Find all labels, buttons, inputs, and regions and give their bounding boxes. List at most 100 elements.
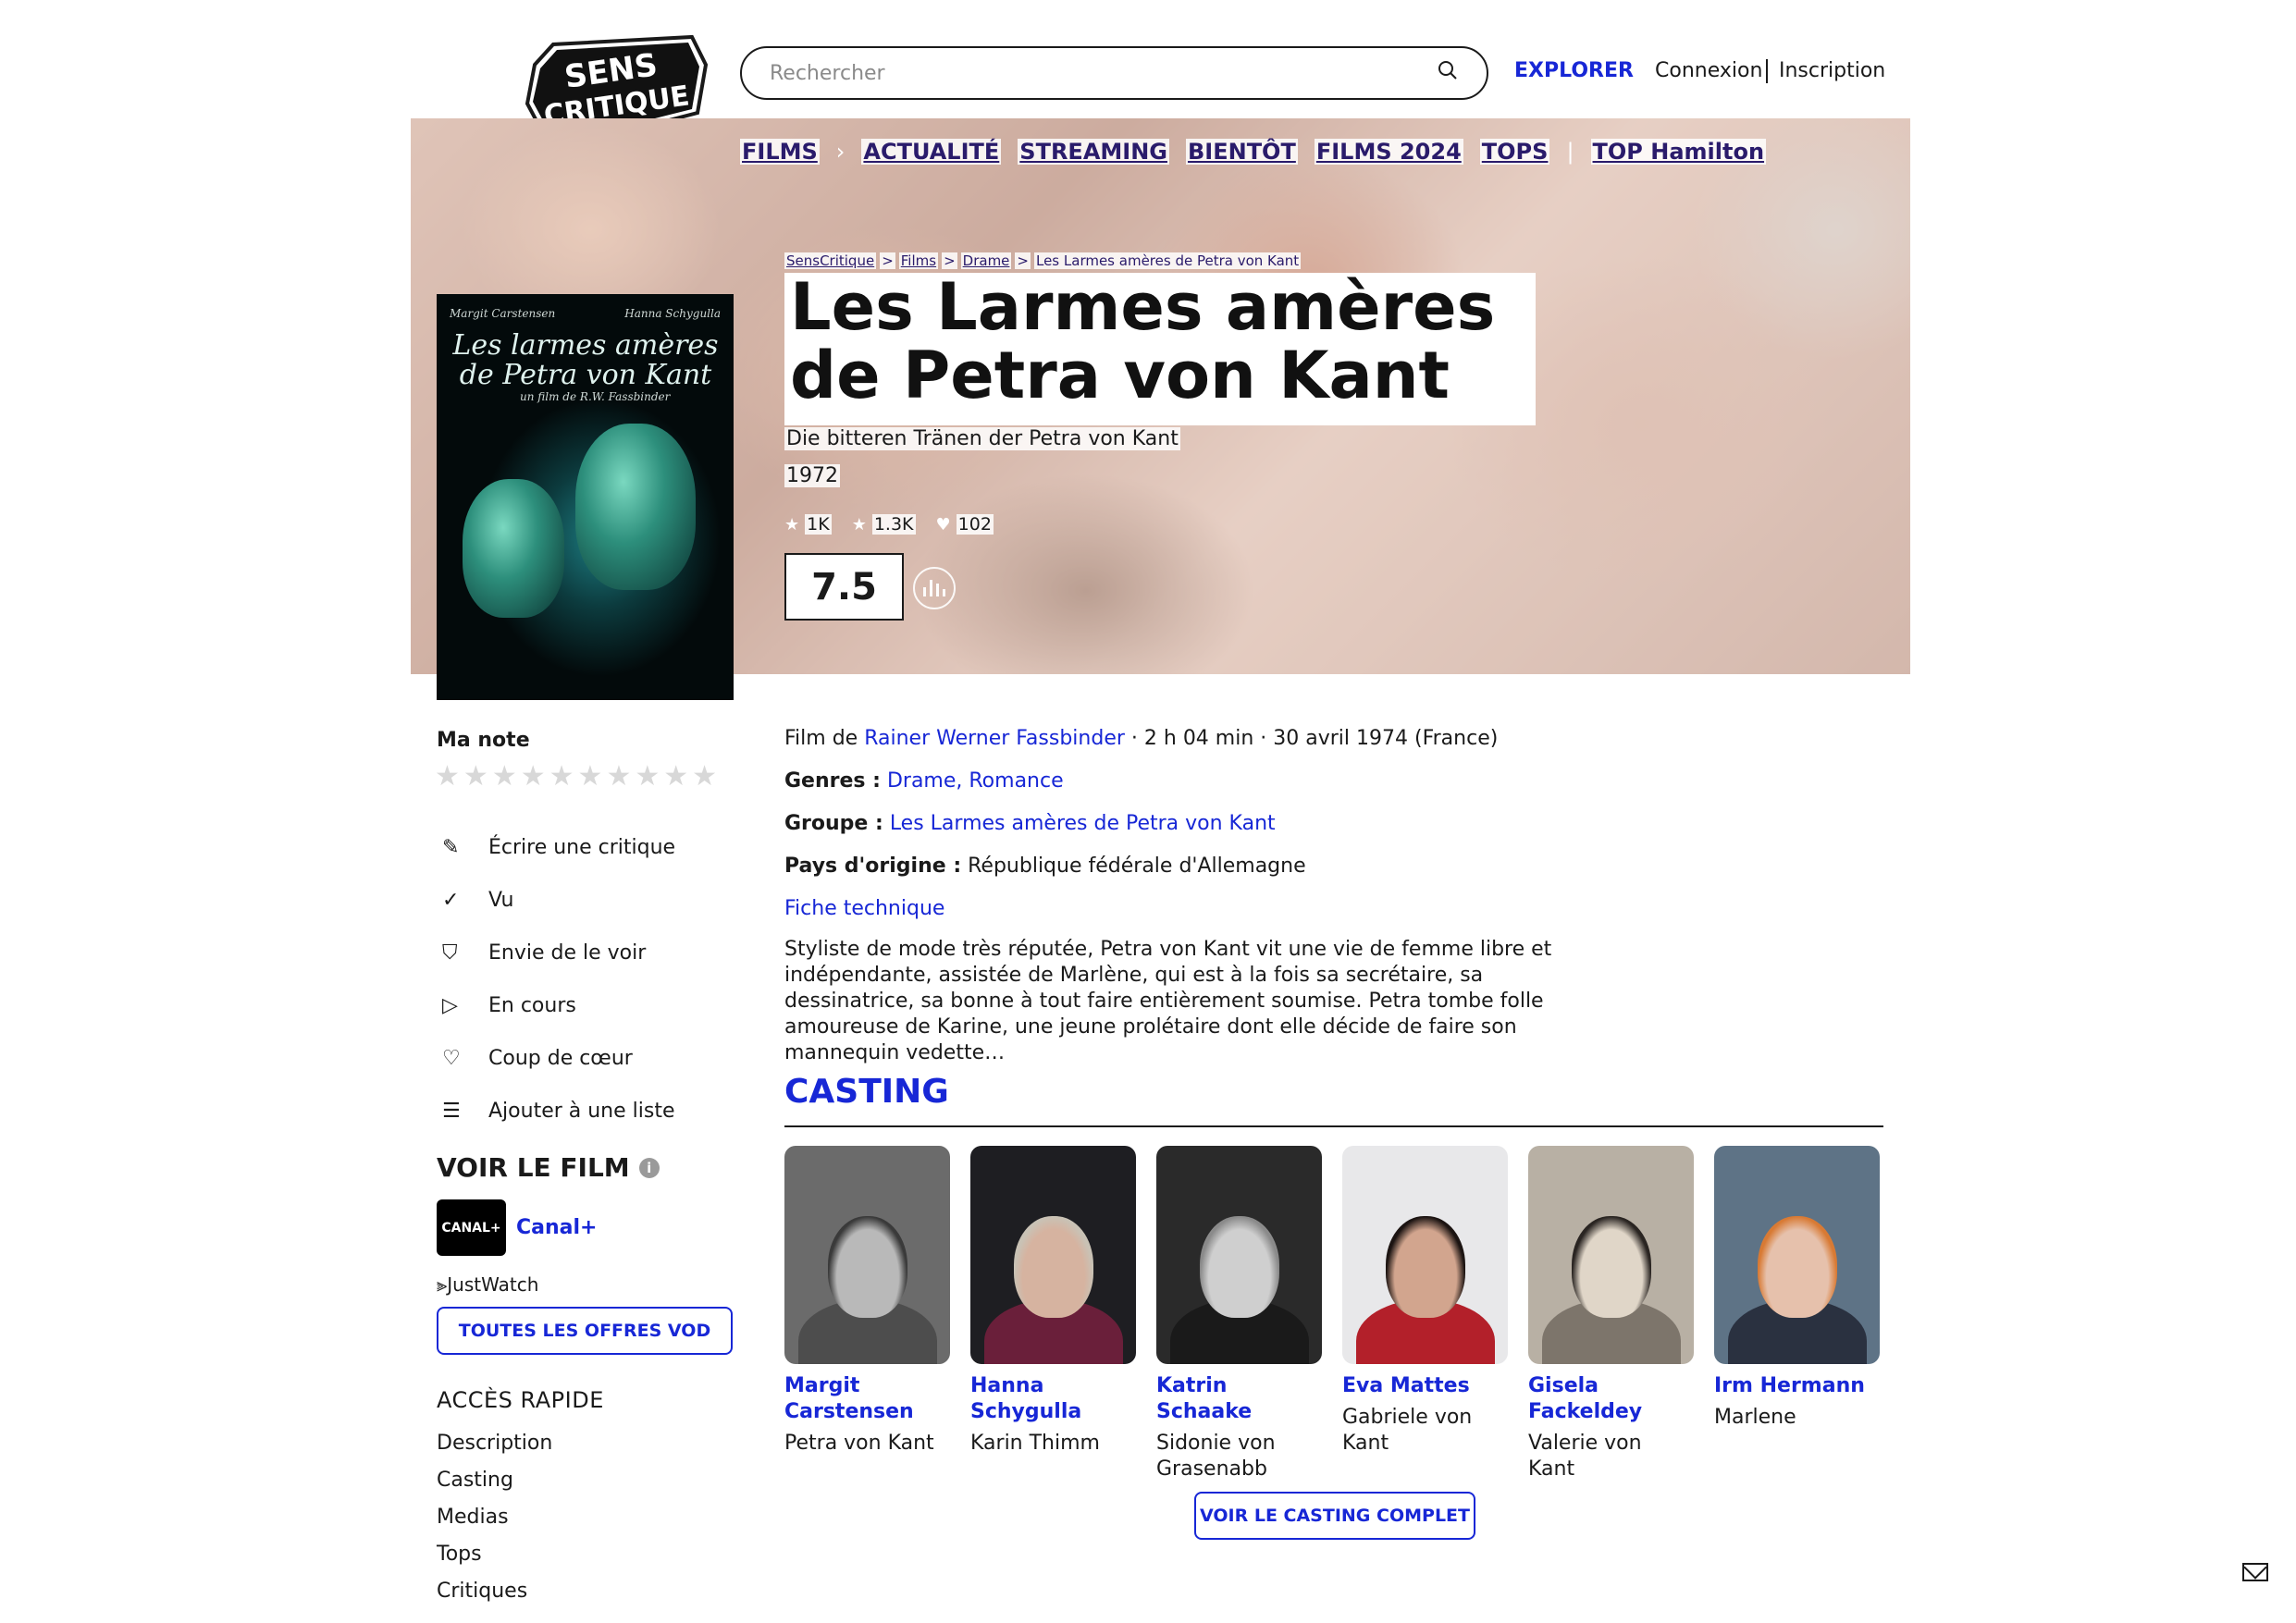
actor-name[interactable]: Margit Carstensen [784, 1373, 950, 1425]
pays-label: Pays d'origine : [784, 855, 962, 878]
cast-card[interactable]: Hanna Schygulla Karin Thimm [970, 1146, 1136, 1482]
cast-card[interactable]: Gisela Fackeldey Valerie von Kant [1528, 1146, 1694, 1482]
casting-list: Margit Carstensen Petra von Kant Hanna Sch… [784, 1146, 1880, 1482]
bar-chart-icon [923, 580, 945, 596]
actor-photo[interactable] [1156, 1146, 1322, 1364]
rating-star-3[interactable]: ★ [492, 760, 517, 793]
rating-star-8[interactable]: ★ [635, 760, 660, 793]
nav-films[interactable]: FILMS [740, 139, 820, 165]
list-add-icon: ☰ [442, 1100, 461, 1123]
actor-name[interactable]: Gisela Fackeldey [1528, 1373, 1694, 1425]
quick-access-description[interactable]: Description [437, 1432, 552, 1469]
action-seen[interactable]: ✓ Vu [442, 874, 675, 927]
pays-value: République fédérale d'Allemagne [968, 855, 1306, 878]
full-casting-button[interactable]: VOIR LE CASTING COMPLET [1194, 1492, 1475, 1540]
title-container: Les Larmes amères de Petra von Kant [784, 273, 1536, 425]
canal-plus-logo[interactable]: CANAL+ [437, 1199, 506, 1256]
film-stats: ★ 1K ★ 1.3K ♥ 102 [784, 514, 994, 535]
wishlist-count: 1.3K [871, 514, 916, 535]
action-label: Écrire une critique [488, 836, 676, 859]
film-poster[interactable]: Margit Carstensen Hanna Schygulla Les la… [437, 294, 734, 700]
breadcrumb-films[interactable]: Films [898, 252, 939, 269]
fiche-technique-link[interactable]: Fiche technique [784, 897, 944, 920]
actor-photo-face [1571, 1215, 1651, 1318]
film-de-label: Film de [784, 727, 858, 750]
casting-heading: CASTING [784, 1073, 949, 1111]
poster-actor-left: Margit Carstensen [450, 307, 556, 320]
film-meta: · 2 h 04 min · 30 avril 1974 (France) [1124, 727, 1499, 750]
actor-name[interactable]: Katrin Schaake [1156, 1373, 1322, 1425]
search-icon[interactable] [1437, 59, 1459, 87]
info-icon[interactable]: i [638, 1157, 660, 1178]
groupe-link[interactable]: Les Larmes amères de Petra von Kant [890, 812, 1276, 835]
rating-star-7[interactable]: ★ [606, 760, 631, 793]
rating-star-10[interactable]: ★ [692, 760, 717, 793]
nav-actualite[interactable]: ACTUALITÉ [861, 139, 1002, 165]
action-write-review[interactable]: ✎ Écrire une critique [442, 821, 675, 874]
actor-role: Valerie von Kant [1528, 1432, 1642, 1481]
actor-photo[interactable] [784, 1146, 950, 1364]
quick-access-medias[interactable]: Medias [437, 1506, 552, 1543]
rating-star-4[interactable]: ★ [521, 760, 546, 793]
action-label: Ajouter à une liste [488, 1100, 675, 1123]
pencil-icon: ✎ [442, 836, 460, 859]
breadcrumb: SensCritique > Films > Drame > Les Larme… [784, 252, 1302, 269]
rating-star-6[interactable]: ★ [578, 760, 603, 793]
action-label: Coup de cœur [488, 1047, 633, 1070]
actor-photo[interactable] [970, 1146, 1136, 1364]
bookmark-icon: ★ [851, 514, 867, 535]
groupe-label: Groupe : [784, 812, 883, 835]
actor-photo-face [827, 1215, 907, 1318]
actor-name[interactable]: Irm Hermann [1714, 1373, 1880, 1399]
actor-name[interactable]: Hanna Schygulla [970, 1373, 1136, 1425]
cast-card[interactable]: Margit Carstensen Petra von Kant [784, 1146, 950, 1482]
nav-tops[interactable]: TOPS [1479, 139, 1550, 165]
actor-role: Marlene [1714, 1406, 1796, 1429]
actor-name[interactable]: Eva Mattes [1342, 1373, 1508, 1399]
nav-streaming[interactable]: STREAMING [1018, 139, 1169, 165]
rating-star-5[interactable]: ★ [549, 760, 574, 793]
actor-photo-face [1013, 1215, 1093, 1318]
rating-star-1[interactable]: ★ [435, 760, 460, 793]
action-in-progress[interactable]: ▷ En cours [442, 979, 675, 1032]
actor-role: Gabriele von Kant [1342, 1406, 1473, 1455]
rating-star-9[interactable]: ★ [663, 760, 688, 793]
nav-films-2024[interactable]: FILMS 2024 [1314, 139, 1463, 165]
canal-plus-link[interactable]: Canal+ [516, 1216, 597, 1239]
nav-bientot[interactable]: BIENTÔT [1185, 139, 1298, 165]
action-favorite[interactable]: ♡ Coup de cœur [442, 1032, 675, 1085]
inscription-link[interactable]: Inscription [1779, 59, 1885, 82]
action-label: Envie de le voir [488, 941, 647, 965]
actor-photo[interactable] [1342, 1146, 1508, 1364]
nav-top-hamilton[interactable]: TOP Hamilton [1590, 139, 1767, 165]
quick-access-tops[interactable]: Tops [437, 1543, 552, 1580]
quick-access-critiques[interactable]: Critiques [437, 1580, 552, 1617]
cast-card[interactable]: Irm Hermann Marlene [1714, 1146, 1880, 1482]
page-title: Les Larmes amères de Petra von Kant [790, 269, 1496, 413]
action-wishlist[interactable]: ⛉ Envie de le voir [442, 927, 675, 979]
actor-photo[interactable] [1714, 1146, 1880, 1364]
connexion-link[interactable]: Connexion [1655, 59, 1762, 82]
actor-role: Sidonie von Grasenabb [1156, 1432, 1276, 1481]
action-add-to-list[interactable]: ☰ Ajouter à une liste [442, 1085, 675, 1137]
explorer-link[interactable]: EXPLORER [1514, 59, 1634, 82]
nav-divider: | [1566, 139, 1574, 165]
search-input[interactable]: Rechercher [740, 46, 1488, 100]
breadcrumb-senscritique[interactable]: SensCritique [784, 252, 877, 269]
mail-icon[interactable] [2242, 1563, 2268, 1581]
casting-divider [784, 1125, 1883, 1127]
justwatch-label: JustWatch [447, 1273, 539, 1296]
rating-stats-button[interactable] [913, 567, 956, 609]
actor-photo-face [1199, 1215, 1279, 1318]
director-link[interactable]: Rainer Werner Fassbinder [864, 727, 1125, 750]
genres-links[interactable]: Drame, Romance [887, 769, 1064, 793]
all-vod-offers-button[interactable]: TOUTES LES OFFRES VOD [437, 1307, 733, 1355]
header-divider [1766, 59, 1768, 83]
cast-card[interactable]: Katrin Schaake Sidonie von Grasenabb [1156, 1146, 1322, 1482]
favorites-count: 102 [956, 514, 994, 535]
breadcrumb-drame[interactable]: Drame [960, 252, 1012, 269]
actor-photo[interactable] [1528, 1146, 1694, 1364]
rating-star-2[interactable]: ★ [463, 760, 488, 793]
quick-access-casting[interactable]: Casting [437, 1469, 552, 1506]
cast-card[interactable]: Eva Mattes Gabriele von Kant [1342, 1146, 1508, 1482]
